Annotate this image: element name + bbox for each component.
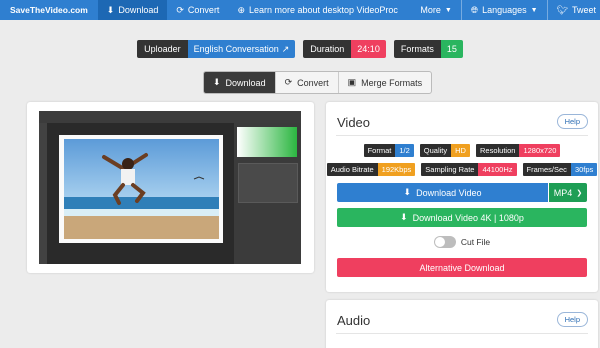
- brand-logo[interactable]: SaveTheVideo.com: [0, 0, 98, 20]
- quality-value: HD: [451, 144, 470, 157]
- quality-badge: Quality HD: [419, 144, 470, 157]
- format-badge: Format 1/2: [363, 144, 414, 157]
- tab-merge-formats[interactable]: ▣ Merge Formats: [339, 72, 432, 93]
- twitter-icon: 🐦︎: [556, 4, 568, 15]
- globe-icon: 🌐︎: [470, 4, 479, 15]
- chevron-down-icon: ❯: [576, 189, 583, 197]
- audio-bitrate-badge: Audio Bitrate 192Kbps: [326, 163, 416, 176]
- caret-down-icon: ▼: [444, 6, 452, 14]
- formats-value: 15: [440, 40, 463, 58]
- nav-more-label: More: [420, 5, 441, 15]
- tab-convert-label: Convert: [297, 77, 329, 88]
- video-help-button[interactable]: Help: [556, 114, 588, 129]
- resolution-value: 1280x720: [519, 144, 561, 157]
- frames-badge: Frames/Sec 30fps: [522, 163, 598, 176]
- format-value: 1/2: [395, 144, 414, 157]
- video-section-title: Video: [337, 115, 371, 130]
- uploader-name: English Conversation: [193, 44, 279, 54]
- sync-icon: ⟳: [284, 77, 293, 87]
- uploader-value[interactable]: English Conversation ↗: [187, 40, 296, 58]
- tab-download-label: Download: [225, 77, 266, 88]
- download-4k-label: Download Video 4K | 1080p: [412, 212, 524, 223]
- caret-down-icon: ▼: [530, 6, 538, 14]
- video-meta-row-2: Audio Bitrate 192Kbps Sampling Rate 4410…: [326, 163, 598, 176]
- nav-languages[interactable]: 🌐︎ Languages ▼: [462, 0, 547, 20]
- tab-merge-label: Merge Formats: [361, 77, 423, 88]
- download-circle-icon: ⬇: [403, 187, 412, 197]
- mode-tabs: ⬇ Download ⟳ Convert ▣ Merge Formats: [203, 71, 433, 94]
- nav-videoproc-label: Learn more about desktop VideoProc: [248, 5, 398, 15]
- duration-label: Duration: [303, 40, 352, 58]
- nav-convert-label: Convert: [187, 5, 220, 15]
- nav-download[interactable]: ⬇ Download: [97, 0, 168, 20]
- sampling-rate-label: Sampling Rate: [421, 163, 479, 176]
- video-preview-panel: [27, 102, 314, 273]
- format-select-value: MP4: [553, 187, 573, 198]
- sampling-rate-badge: Sampling Rate 44100Hz: [421, 163, 517, 176]
- format-label: Format: [363, 144, 396, 157]
- audio-help-button[interactable]: Help: [556, 312, 588, 327]
- video-card: Video Help Format 1/2 Quality HD Resolut…: [326, 102, 598, 292]
- top-navbar: SaveTheVideo.com ⬇ Download ⟳ Convert ⊕ …: [0, 0, 600, 20]
- sync-icon: ⟳: [176, 4, 184, 15]
- video-info-badges: Uploader English Conversation ↗ Duration…: [0, 40, 600, 58]
- download-video-button[interactable]: ⬇ Download Video: [337, 183, 548, 202]
- sampling-rate-value: 44100Hz: [478, 163, 517, 176]
- alternative-download-button[interactable]: Alternative Download: [337, 258, 587, 277]
- alternative-download-label: Alternative Download: [419, 262, 505, 273]
- thumbnail-photo: [64, 139, 219, 239]
- frames-value: 30fps: [570, 163, 598, 176]
- download-circle-icon: ⬇: [400, 212, 408, 222]
- tab-download[interactable]: ⬇ Download: [204, 72, 276, 93]
- resolution-badge: Resolution 1280x720: [475, 144, 561, 157]
- uploader-label: Uploader: [137, 40, 188, 58]
- download-video-label: Download Video: [416, 187, 482, 198]
- format-select[interactable]: MP4 ❯: [549, 183, 587, 202]
- audio-bitrate-label: Audio Bitrate: [326, 163, 378, 176]
- nav-languages-label: Languages: [482, 5, 527, 15]
- tweet-label: Tweet: [571, 5, 596, 15]
- duration-value: 24:10: [351, 40, 386, 58]
- merge-icon: ▣: [347, 77, 357, 87]
- external-link-icon: ↗: [281, 43, 290, 54]
- duration-badge: Duration 24:10: [303, 40, 386, 58]
- formats-badge: Formats 15: [393, 40, 463, 58]
- nav-convert[interactable]: ⟳ Convert: [167, 0, 228, 20]
- audio-bitrate-value: 192Kbps: [377, 163, 416, 176]
- resolution-label: Resolution: [475, 144, 520, 157]
- nav-more[interactable]: More ▼: [411, 0, 460, 20]
- frames-label: Frames/Sec: [522, 163, 571, 176]
- uploader-badge[interactable]: Uploader English Conversation ↗: [137, 40, 296, 58]
- audio-section-title: Audio: [337, 313, 371, 328]
- cut-file-toggle[interactable]: [433, 236, 456, 248]
- nav-download-label: Download: [118, 5, 159, 15]
- download-circle-icon: ⬇: [106, 4, 115, 15]
- download-icon: ⬇: [213, 77, 221, 87]
- download-video-row: ⬇ Download Video MP4 ❯: [337, 183, 587, 202]
- nav-videoproc[interactable]: ⊕ Learn more about desktop VideoProc: [228, 0, 406, 20]
- audio-card: Audio Help: [326, 300, 598, 348]
- formats-label: Formats: [393, 40, 441, 58]
- quality-label: Quality: [419, 144, 452, 157]
- cut-file-label: Cut File: [460, 237, 491, 247]
- download-4k-button[interactable]: ⬇ Download Video 4K | 1080p: [337, 208, 587, 227]
- video-meta-row-1: Format 1/2 Quality HD Resolution 1280x72…: [326, 144, 598, 157]
- cut-file-row: Cut File: [326, 236, 598, 248]
- tweet-button[interactable]: 🐦︎ Tweet: [548, 0, 600, 20]
- plus-circle-icon: ⊕: [237, 4, 245, 15]
- tab-convert[interactable]: ⟳ Convert: [276, 72, 339, 93]
- video-thumbnail[interactable]: [39, 111, 301, 264]
